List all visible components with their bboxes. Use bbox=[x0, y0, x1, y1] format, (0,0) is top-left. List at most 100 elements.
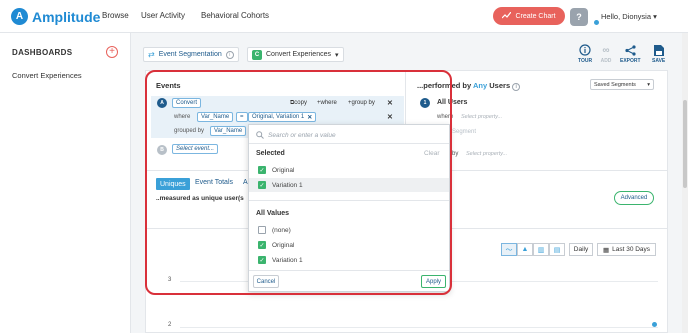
date-range-selector[interactable]: ▦ Last 30 Days bbox=[597, 243, 656, 256]
add-segment-link[interactable]: Segment bbox=[452, 129, 476, 135]
line-chart-icon[interactable]: 〜 bbox=[501, 243, 517, 256]
interval-selector[interactable]: Daily bbox=[569, 243, 593, 256]
apply-button[interactable]: Apply bbox=[421, 275, 446, 288]
all-values-header: All Values bbox=[256, 210, 290, 217]
saved-segments-label: Saved Segments bbox=[594, 81, 636, 88]
top-bar: A Amplitude Browse User Activity Behavio… bbox=[0, 0, 688, 33]
event-a-selector[interactable]: Convert bbox=[172, 98, 202, 108]
nav-behavioral-cohorts[interactable]: Behavioral Cohorts bbox=[201, 11, 269, 20]
search-icon bbox=[256, 130, 264, 141]
add-button[interactable]: ∞ ADD bbox=[600, 44, 612, 65]
add-dashboard-icon[interactable]: + bbox=[106, 46, 118, 58]
sidebar: DASHBOARDS + Convert Experiences bbox=[0, 33, 131, 333]
info-circle-icon bbox=[579, 44, 591, 56]
chart-view-buttons: 〜 ▲ ▥ ▤ bbox=[501, 243, 565, 256]
tour-label: TOUR bbox=[578, 58, 593, 64]
group-property-selector[interactable]: Var_Name bbox=[210, 126, 247, 136]
clear-button[interactable]: Clear bbox=[424, 150, 440, 157]
create-chart-label: Create Chart bbox=[515, 12, 556, 20]
date-range-label: Last 30 Days bbox=[612, 246, 651, 253]
save-label: SAVE bbox=[652, 58, 666, 64]
create-chart-button[interactable]: Create Chart bbox=[493, 7, 565, 25]
tab-next[interactable]: A bbox=[243, 179, 248, 186]
remove-event-icon[interactable]: ✕ bbox=[387, 99, 393, 107]
grouped-by-label: grouped by bbox=[174, 128, 205, 134]
amplitude-logo[interactable]: A Amplitude bbox=[11, 8, 100, 25]
save-button[interactable]: SAVE bbox=[652, 44, 665, 64]
group-by-action-label: group by bbox=[351, 100, 375, 106]
remove-filter-icon[interactable]: ✕ bbox=[387, 113, 393, 121]
tab-uniques[interactable]: Uniques bbox=[156, 178, 190, 190]
y-tick: 3 bbox=[168, 277, 172, 283]
value-item[interactable]: ✓ Original bbox=[249, 238, 449, 252]
events-title: Events bbox=[156, 81, 181, 90]
project-badge-icon: C bbox=[252, 49, 262, 60]
add-where-button[interactable]: +where bbox=[317, 100, 337, 106]
segment-name: All Users bbox=[437, 99, 468, 106]
info-icon[interactable]: i bbox=[512, 83, 521, 91]
close-icon[interactable]: ✕ bbox=[307, 114, 312, 121]
chart-type-label: Event Segmentation bbox=[158, 51, 222, 58]
info-icon[interactable]: i bbox=[225, 50, 234, 59]
project-label: Convert Experiences bbox=[266, 51, 331, 58]
scrollbar-thumb[interactable] bbox=[683, 100, 687, 188]
where-property-selector[interactable]: Var_Name bbox=[197, 112, 234, 122]
tab-event-totals[interactable]: Event Totals bbox=[195, 179, 233, 186]
search-placeholder: Search or enter a value bbox=[268, 132, 336, 139]
checkbox-unchecked-icon[interactable] bbox=[258, 226, 266, 234]
project-selector[interactable]: C Convert Experiences ▾ bbox=[247, 47, 344, 62]
add-group-by-button[interactable]: +group by bbox=[348, 100, 375, 106]
chart-data-point[interactable] bbox=[652, 322, 657, 327]
amplitude-logo-icon: A bbox=[11, 8, 28, 25]
value-item[interactable]: (none) bbox=[249, 223, 449, 237]
measured-as-label: ..measured as unique user(s bbox=[156, 195, 244, 202]
dropdown-divider bbox=[249, 270, 449, 271]
area-chart-icon[interactable]: ▲ bbox=[517, 243, 533, 256]
chart-type-selector[interactable]: ⇄ Event Segmentation i bbox=[143, 47, 239, 62]
by-property-selector[interactable]: Select property... bbox=[466, 151, 507, 157]
operator-selector[interactable]: = bbox=[236, 112, 248, 122]
selected-item[interactable]: ✓ Original bbox=[249, 163, 449, 177]
chart-line-icon bbox=[502, 11, 512, 21]
cancel-button[interactable]: Cancel bbox=[253, 275, 279, 288]
any-selector[interactable]: Any bbox=[473, 81, 487, 90]
where-action-label: where bbox=[320, 100, 337, 106]
segment-property-selector[interactable]: Select property... bbox=[461, 114, 502, 120]
bar-chart-icon[interactable]: ▥ bbox=[533, 243, 549, 256]
copy-event-button[interactable]: ⧉copy bbox=[290, 100, 307, 107]
advanced-button[interactable]: Advanced bbox=[614, 191, 654, 205]
checkbox-checked-icon[interactable]: ✓ bbox=[258, 166, 266, 174]
help-icon[interactable]: ? bbox=[570, 8, 588, 26]
status-dot bbox=[594, 20, 599, 25]
gridline bbox=[180, 327, 658, 328]
chevron-down-icon: ▾ bbox=[334, 51, 339, 59]
calendar-icon: ▦ bbox=[602, 246, 610, 254]
value-item-label: Original bbox=[272, 241, 295, 249]
export-button[interactable]: EXPORT bbox=[620, 44, 641, 64]
sidebar-title: DASHBOARDS bbox=[12, 48, 73, 57]
where-values-selector[interactable]: Original, Variation 1 ✕ bbox=[248, 112, 317, 122]
checkbox-checked-icon[interactable]: ✓ bbox=[258, 241, 266, 249]
sidebar-item-convert-experiences[interactable]: Convert Experiences bbox=[12, 71, 82, 80]
chevron-down-icon: ▾ bbox=[647, 81, 650, 88]
segment-badge: 1 bbox=[420, 98, 430, 108]
performed-by-title: ...performed by Any Users i bbox=[417, 81, 521, 91]
checkbox-checked-icon[interactable]: ✓ bbox=[258, 181, 266, 189]
saved-segments-dropdown[interactable]: Saved Segments ▾ bbox=[590, 79, 654, 90]
selected-item[interactable]: ✓ Variation 1 bbox=[249, 178, 449, 192]
add-label: ADD bbox=[600, 58, 612, 64]
y-tick: 2 bbox=[168, 322, 172, 328]
value-item[interactable]: ✓ Variation 1 bbox=[249, 253, 449, 267]
dropdown-divider bbox=[249, 143, 449, 144]
copy-label: copy bbox=[294, 100, 307, 106]
table-icon[interactable]: ▤ bbox=[549, 243, 565, 256]
event-a-badge: A bbox=[157, 98, 167, 108]
values-search-input[interactable]: Search or enter a value bbox=[256, 129, 444, 142]
nav-browse[interactable]: Browse bbox=[102, 11, 129, 20]
checkbox-checked-icon[interactable]: ✓ bbox=[258, 256, 266, 264]
nav-user-activity[interactable]: User Activity bbox=[141, 11, 185, 20]
user-menu[interactable]: Hello, Dionysia ▾ bbox=[601, 12, 657, 21]
event-b-selector[interactable]: Select event... bbox=[172, 144, 219, 154]
tour-button[interactable]: TOUR bbox=[578, 44, 592, 64]
user-greeting: Hello, Dionysia bbox=[601, 12, 652, 21]
